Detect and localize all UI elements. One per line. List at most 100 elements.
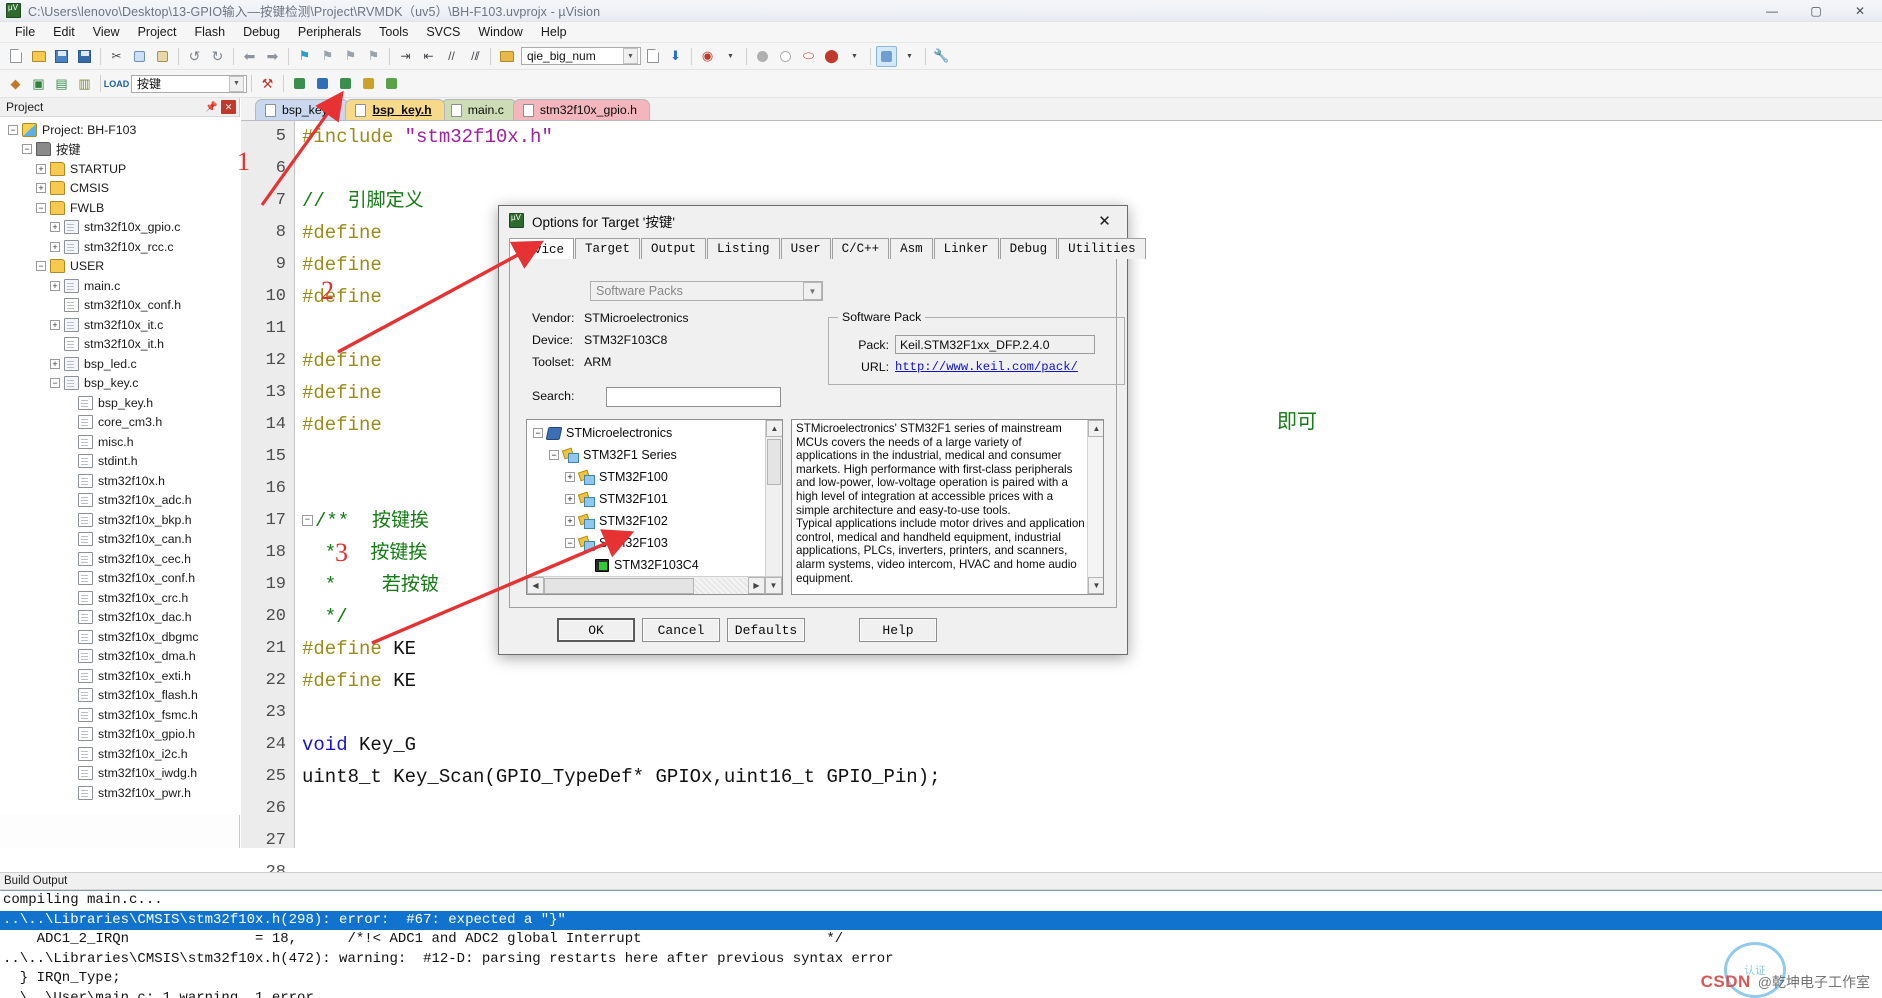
build-output-line[interactable]: compiling main.c...: [0, 891, 1882, 911]
dialog-tab-asm[interactable]: Asm: [890, 238, 933, 259]
code-line[interactable]: #include "stm32f10x.h": [296, 121, 1882, 153]
project-tree-item[interactable]: + stm32f10x_rcc.c: [0, 237, 240, 257]
build-target-icon[interactable]: [642, 46, 663, 67]
project-tree-item[interactable]: + main.c: [0, 276, 240, 296]
menu-item-debug[interactable]: Debug: [234, 23, 289, 41]
dialog-tab-listing[interactable]: Listing: [707, 238, 780, 259]
code-line[interactable]: [296, 697, 1882, 729]
device-tree-item[interactable]: + STM32F100: [527, 466, 765, 488]
project-tree-item[interactable]: misc.h: [0, 432, 240, 452]
build-output-line[interactable]: ..\..\Libraries\CMSIS\stm32f10x.h(472): …: [0, 950, 1882, 970]
device-search-input[interactable]: [606, 387, 781, 407]
project-tree[interactable]: − Project: BH-F103− 按键 + STARTUP + CMSIS − FWLB +…: [0, 117, 240, 815]
project-tree-item[interactable]: stm32f10x_fsmc.h: [0, 705, 240, 725]
options-icon[interactable]: [358, 73, 379, 94]
project-tree-item[interactable]: bsp_key.h: [0, 393, 240, 413]
project-tree-item[interactable]: stm32f10x_dac.h: [0, 608, 240, 628]
chevron-down-icon[interactable]: ▼: [229, 75, 244, 92]
load-icon[interactable]: LOAD: [104, 73, 130, 94]
project-tree-item[interactable]: + stm32f10x_it.c: [0, 315, 240, 335]
target-options-icon[interactable]: [496, 46, 517, 67]
dialog-tab-output[interactable]: Output: [641, 238, 707, 259]
bookmark-toggle-icon[interactable]: ⚑: [294, 46, 315, 67]
menu-item-help[interactable]: Help: [532, 23, 576, 41]
software-packs-combo[interactable]: Software Packs ▼: [590, 281, 823, 301]
menu-item-peripherals[interactable]: Peripherals: [289, 23, 370, 41]
new-file-icon[interactable]: [5, 46, 26, 67]
close-icon[interactable]: ✕: [1838, 0, 1882, 22]
menu-item-svcs[interactable]: SVCS: [417, 23, 469, 41]
project-tree-item[interactable]: stm32f10x_pwr.h: [0, 783, 240, 803]
code-line[interactable]: #define KE: [296, 665, 1882, 697]
expand-icon[interactable]: +: [36, 163, 46, 174]
hscroll-track[interactable]: [544, 577, 748, 594]
expand-icon[interactable]: +: [50, 358, 60, 369]
collapse-icon[interactable]: −: [565, 538, 575, 548]
maximize-icon[interactable]: ▢: [1794, 0, 1838, 22]
code-line[interactable]: void Key_G: [296, 729, 1882, 761]
target-select-combo[interactable]: qie_big_num ▼: [521, 47, 641, 65]
project-tree-item[interactable]: + CMSIS: [0, 179, 240, 199]
debug-icon[interactable]: ◉: [697, 46, 718, 67]
device-tree-vertical-scrollbar[interactable]: ▲: [765, 420, 782, 576]
rebuild-icon[interactable]: ▤: [51, 73, 72, 94]
device-tree[interactable]: − STMicroelectronics − STM32F1 Series + STM32…: [526, 419, 783, 595]
project-tree-item[interactable]: stdint.h: [0, 452, 240, 472]
undo-icon[interactable]: ↺: [184, 46, 205, 67]
bookmark-prev-icon[interactable]: ⚑: [317, 46, 338, 67]
menu-item-tools[interactable]: Tools: [370, 23, 417, 41]
device-tree-item[interactable]: + STM32F102: [527, 510, 765, 532]
target-select-icon[interactable]: [381, 73, 402, 94]
layout-dropdown-icon[interactable]: ▼: [899, 46, 920, 67]
minimize-icon[interactable]: —: [1750, 0, 1794, 22]
project-tree-item[interactable]: stm32f10x_i2c.h: [0, 744, 240, 764]
project-tree-item[interactable]: stm32f10x_dbgmc: [0, 627, 240, 647]
insert-breakpoint-icon[interactable]: [752, 46, 773, 67]
dialog-help-button[interactable]: Help: [859, 618, 937, 642]
code-line[interactable]: [296, 793, 1882, 825]
dialog-tab-cc++[interactable]: C/C++: [831, 238, 890, 259]
fold-toggle-icon[interactable]: −: [302, 515, 313, 527]
project-tree-item[interactable]: stm32f10x_gpio.h: [0, 725, 240, 745]
save-icon[interactable]: [51, 46, 72, 67]
editor-tab-bspkeyc[interactable]: bsp_key.c: [255, 99, 350, 120]
collapse-icon[interactable]: −: [549, 450, 559, 460]
manage-project-items-icon[interactable]: ⚒: [257, 73, 278, 94]
save-all-icon[interactable]: [74, 46, 95, 67]
device-tree-item[interactable]: STM32F103C4: [527, 554, 765, 576]
expand-icon[interactable]: +: [36, 183, 46, 194]
dialog-defaults-button[interactable]: Defaults: [727, 618, 805, 642]
build-output-line[interactable]: ..\..\User\main.c: 1 warning, 1 error: [0, 989, 1882, 998]
project-tree-item[interactable]: stm32f10x_crc.h: [0, 588, 240, 608]
project-tree-item[interactable]: stm32f10x_flash.h: [0, 686, 240, 706]
project-tree-item[interactable]: stm32f10x.h: [0, 471, 240, 491]
project-tree-item[interactable]: stm32f10x_dma.h: [0, 647, 240, 667]
uncomment-icon[interactable]: //̸: [464, 46, 485, 67]
dialog-tab-debug[interactable]: Debug: [999, 238, 1058, 259]
project-tree-item[interactable]: stm32f10x_iwdg.h: [0, 764, 240, 784]
chevron-down-icon[interactable]: ▼: [623, 48, 638, 64]
manage-run-time-icon[interactable]: [312, 73, 333, 94]
code-line[interactable]: uint8_t Key_Scan(GPIO_TypeDef* GPIOx,uin…: [296, 761, 1882, 793]
kill-all-breakpoints-icon[interactable]: ⬤: [821, 46, 842, 67]
editor-tab-bspkeyh[interactable]: bsp_key.h: [345, 99, 445, 120]
project-tree-item[interactable]: + stm32f10x_gpio.c: [0, 218, 240, 238]
collapse-icon[interactable]: −: [533, 428, 543, 438]
menu-item-flash[interactable]: Flash: [185, 23, 234, 41]
scroll-up-icon[interactable]: ▲: [1088, 420, 1103, 437]
dialog-close-icon[interactable]: ✕: [1082, 206, 1127, 235]
expand-icon[interactable]: +: [50, 222, 60, 233]
menu-item-edit[interactable]: Edit: [44, 23, 84, 41]
bookmark-next-icon[interactable]: ⚑: [340, 46, 361, 67]
project-tree-item[interactable]: stm32f10x_conf.h: [0, 569, 240, 589]
expand-icon[interactable]: +: [50, 241, 60, 252]
collapse-icon[interactable]: −: [8, 124, 18, 135]
navigate-forward-icon[interactable]: ➡: [262, 46, 283, 67]
menu-item-view[interactable]: View: [84, 23, 129, 41]
pin-icon[interactable]: 📌: [205, 101, 218, 114]
build-output-line[interactable]: ADC1_2_IRQn = 18, /*!< ADC1 and ADC2 glo…: [0, 930, 1882, 950]
kill-breakpoint-icon[interactable]: [775, 46, 796, 67]
scroll-dropdown-icon[interactable]: ▼: [765, 577, 782, 594]
paste-icon[interactable]: [152, 46, 173, 67]
menu-item-file[interactable]: File: [6, 23, 44, 41]
